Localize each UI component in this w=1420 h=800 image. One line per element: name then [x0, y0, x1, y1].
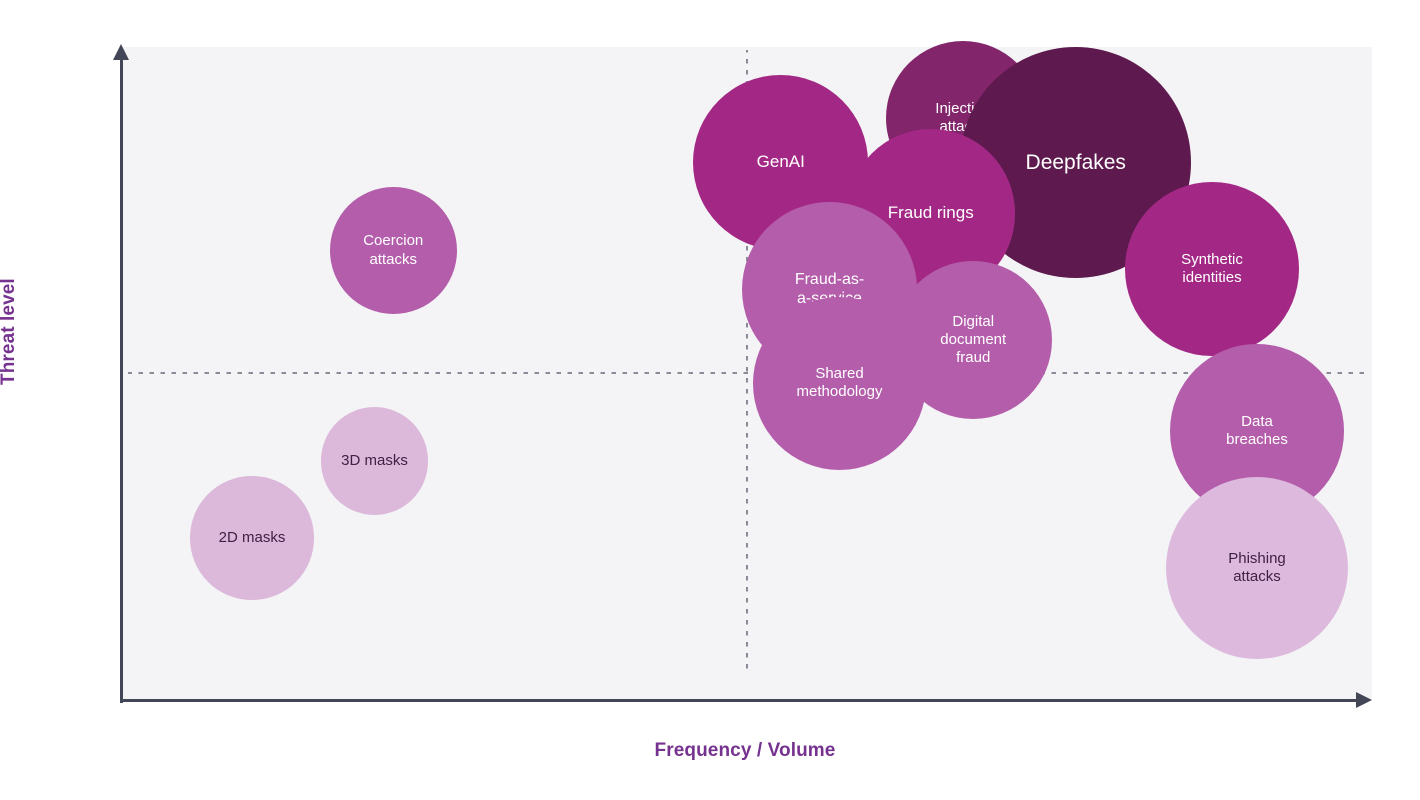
- x-axis-arrow-icon: [1356, 692, 1372, 708]
- bubble-label: 2D masks: [218, 528, 286, 546]
- bubble[interactable]: Phishing attacks: [1165, 477, 1349, 660]
- bubble-label: Coercion attacks: [363, 232, 424, 268]
- bubble-chart: Threat level Frequency / Volume 2D masks…: [0, 0, 1420, 800]
- bubble-label: Digital document fraud: [940, 312, 1007, 367]
- x-axis-title: Frequency / Volume: [654, 740, 836, 761]
- y-axis-arrow-icon: [113, 44, 129, 60]
- bubble-label: 3D masks: [341, 451, 408, 469]
- bubble[interactable]: Coercion attacks: [329, 187, 457, 315]
- bubble-label: Synthetic identities: [1181, 250, 1243, 287]
- bubble-label: Deepfakes: [1025, 150, 1126, 174]
- y-axis-line: [120, 55, 123, 703]
- x-axis-line: [120, 699, 1368, 702]
- bubble[interactable]: 2D masks: [190, 476, 314, 600]
- bubble[interactable]: 3D masks: [320, 407, 429, 515]
- bubble[interactable]: Synthetic identities: [1125, 182, 1299, 356]
- bubble-label: GenAI: [756, 152, 805, 172]
- bubble[interactable]: Shared methodology: [752, 296, 927, 471]
- bubble-label: Fraud rings: [887, 203, 974, 223]
- bubble-label: Shared methodology: [796, 364, 883, 401]
- y-axis-title: Threat level: [0, 278, 19, 385]
- bubble-label: Data breaches: [1226, 412, 1288, 448]
- quadrant-divider-horizontal: [128, 372, 1370, 374]
- bubble-label: Phishing attacks: [1228, 549, 1286, 586]
